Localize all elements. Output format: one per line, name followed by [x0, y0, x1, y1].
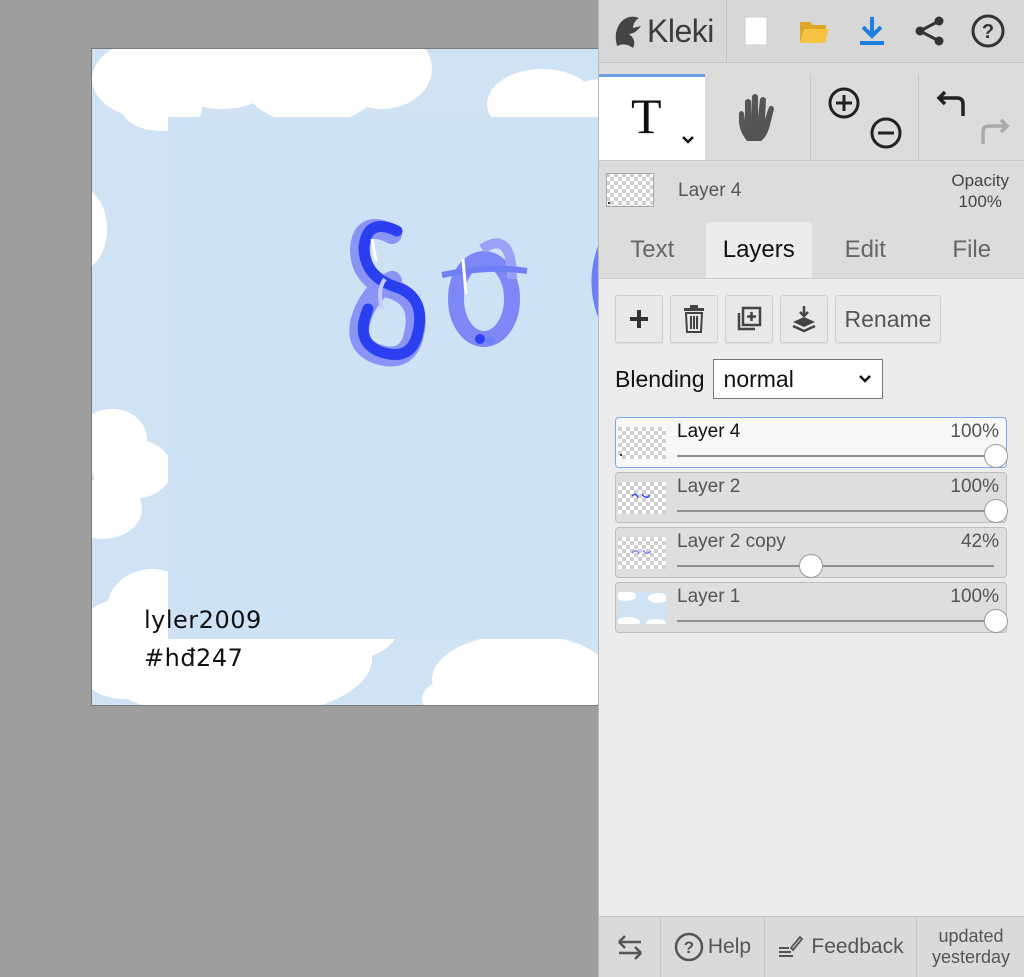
swap-arrows-icon	[617, 935, 642, 960]
duplicate-layer-icon	[737, 306, 762, 331]
layer-actions: Rename	[615, 295, 941, 343]
hand-tool-button[interactable]	[705, 74, 811, 160]
layers-panel: Rename Blending normal Layer 4 100% Laye…	[599, 278, 1024, 916]
zoom-in-icon[interactable]	[827, 86, 861, 120]
layer-opacity-slider[interactable]	[677, 455, 994, 457]
merge-down-icon	[792, 306, 816, 333]
layer-thumbnail	[618, 592, 666, 624]
current-layer-thumbnail	[606, 173, 654, 207]
layer-opacity: 100%	[950, 421, 999, 442]
zoom-controls	[813, 74, 919, 160]
layer-opacity-slider[interactable]	[677, 510, 994, 512]
zoom-out-icon[interactable]	[869, 116, 903, 150]
signature-line-2: #hđ247	[144, 644, 244, 672]
chevron-down-icon	[858, 375, 871, 383]
delete-layer-button[interactable]	[670, 295, 718, 343]
layer-opacity-knob[interactable]	[984, 609, 1008, 633]
app-name: Kleki	[647, 12, 714, 49]
download-icon	[860, 17, 884, 45]
help-icon: ?	[971, 14, 1005, 48]
opacity-value: 100%	[958, 192, 1002, 211]
updated-line-2: yesterday	[931, 947, 1011, 967]
current-layer-info: Layer 4 Opacity 100%	[599, 162, 1024, 218]
top-bar: Kleki ?	[599, 0, 1024, 63]
help-top-button[interactable]: ?	[959, 0, 1017, 62]
layer-opacity: 100%	[950, 476, 999, 497]
layer-name: Layer 1	[677, 586, 741, 607]
add-layer-icon	[630, 310, 648, 328]
tab-layers[interactable]: Layers	[705, 222, 812, 278]
side-panel: Kleki ? T Layer 4 Opacity 100% Text Laye…	[598, 0, 1024, 977]
blending-control: Blending normal	[615, 359, 883, 399]
help-label: Help	[707, 935, 752, 958]
layer-name: Layer 2 copy	[677, 531, 786, 552]
redo-icon[interactable]	[977, 114, 1011, 146]
swap-side-button[interactable]	[599, 917, 661, 977]
layer-row[interactable]: Layer 1 100%	[615, 582, 1008, 633]
undo-redo-controls	[921, 74, 1024, 160]
text-tool-icon: T	[631, 88, 662, 144]
help-circle-icon: ?	[674, 932, 704, 962]
layer-thumbnail	[618, 427, 666, 459]
layer-opacity-knob[interactable]	[984, 444, 1008, 468]
layer-name: Layer 2	[677, 476, 741, 497]
text-tool-button[interactable]: T	[599, 74, 705, 160]
add-layer-button[interactable]	[615, 295, 663, 343]
signature-line-1: lyler2009	[144, 606, 262, 634]
opacity-label: Opacity	[951, 171, 1009, 190]
layer-opacity-slider[interactable]	[677, 565, 994, 567]
feedback-pen-icon	[779, 935, 804, 957]
layer-name: Layer 4	[677, 421, 741, 442]
share-icon	[915, 16, 944, 46]
panel-tabs: Text Layers Edit File	[599, 222, 1024, 278]
blending-label: Blending	[615, 365, 705, 392]
layer-row[interactable]: Layer 4 100%	[615, 417, 1008, 468]
duplicate-layer-button[interactable]	[725, 295, 773, 343]
undo-icon[interactable]	[935, 88, 969, 118]
feedback-button[interactable]: Feedback	[765, 917, 917, 977]
download-button[interactable]	[843, 0, 901, 62]
changelog-button[interactable]: updated yesterday	[917, 917, 1024, 977]
blending-select[interactable]: normal	[712, 359, 883, 399]
layer-row[interactable]: Layer 2 copy 42%	[615, 527, 1007, 578]
delete-layer-icon	[684, 305, 704, 333]
kleki-logo-icon	[615, 16, 641, 48]
layer-opacity-knob[interactable]	[798, 554, 823, 578]
share-button[interactable]	[901, 0, 959, 62]
layer-opacity: 100%	[950, 586, 999, 607]
blending-value: normal	[723, 365, 794, 392]
svg-text:?: ?	[684, 938, 694, 957]
current-layer-name: Layer 4	[678, 180, 742, 201]
current-layer-opacity[interactable]: Opacity 100%	[951, 170, 1009, 212]
updated-line-1: updated	[938, 926, 1004, 946]
tab-edit[interactable]: Edit	[812, 222, 919, 278]
drawing-canvas[interactable]: lyler2009 #hđ247	[91, 48, 598, 706]
layer-opacity: 42%	[960, 531, 999, 552]
layer-row[interactable]: Layer 2 100%	[615, 472, 1008, 523]
open-button[interactable]	[785, 0, 843, 62]
help-button[interactable]: ? Help	[661, 917, 765, 977]
layer-thumbnail	[618, 537, 666, 569]
chevron-down-icon[interactable]	[681, 135, 695, 145]
open-folder-icon	[800, 22, 829, 43]
layer-list: Layer 4 100% Layer 2 100% Layer 2 copy 4…	[615, 417, 1008, 637]
hand-tool-icon	[738, 94, 774, 141]
bottom-bar: ? Help Feedback updated yesterday	[599, 916, 1024, 977]
new-image-icon	[744, 16, 768, 46]
tab-text[interactable]: Text	[599, 222, 706, 278]
app-logo[interactable]: Kleki	[599, 0, 727, 62]
merge-down-button[interactable]	[780, 295, 828, 343]
tool-row: T	[599, 72, 1024, 161]
feedback-label: Feedback	[811, 935, 904, 958]
layer-opacity-knob[interactable]	[984, 499, 1008, 523]
canvas-area[interactable]: lyler2009 #hđ247	[0, 0, 598, 977]
new-image-button[interactable]	[727, 0, 785, 62]
svg-text:?: ?	[982, 21, 994, 43]
layer-opacity-slider[interactable]	[677, 620, 994, 622]
layer-thumbnail	[618, 482, 666, 514]
rename-layer-button[interactable]: Rename	[835, 295, 941, 343]
tab-file[interactable]: File	[919, 222, 1024, 278]
